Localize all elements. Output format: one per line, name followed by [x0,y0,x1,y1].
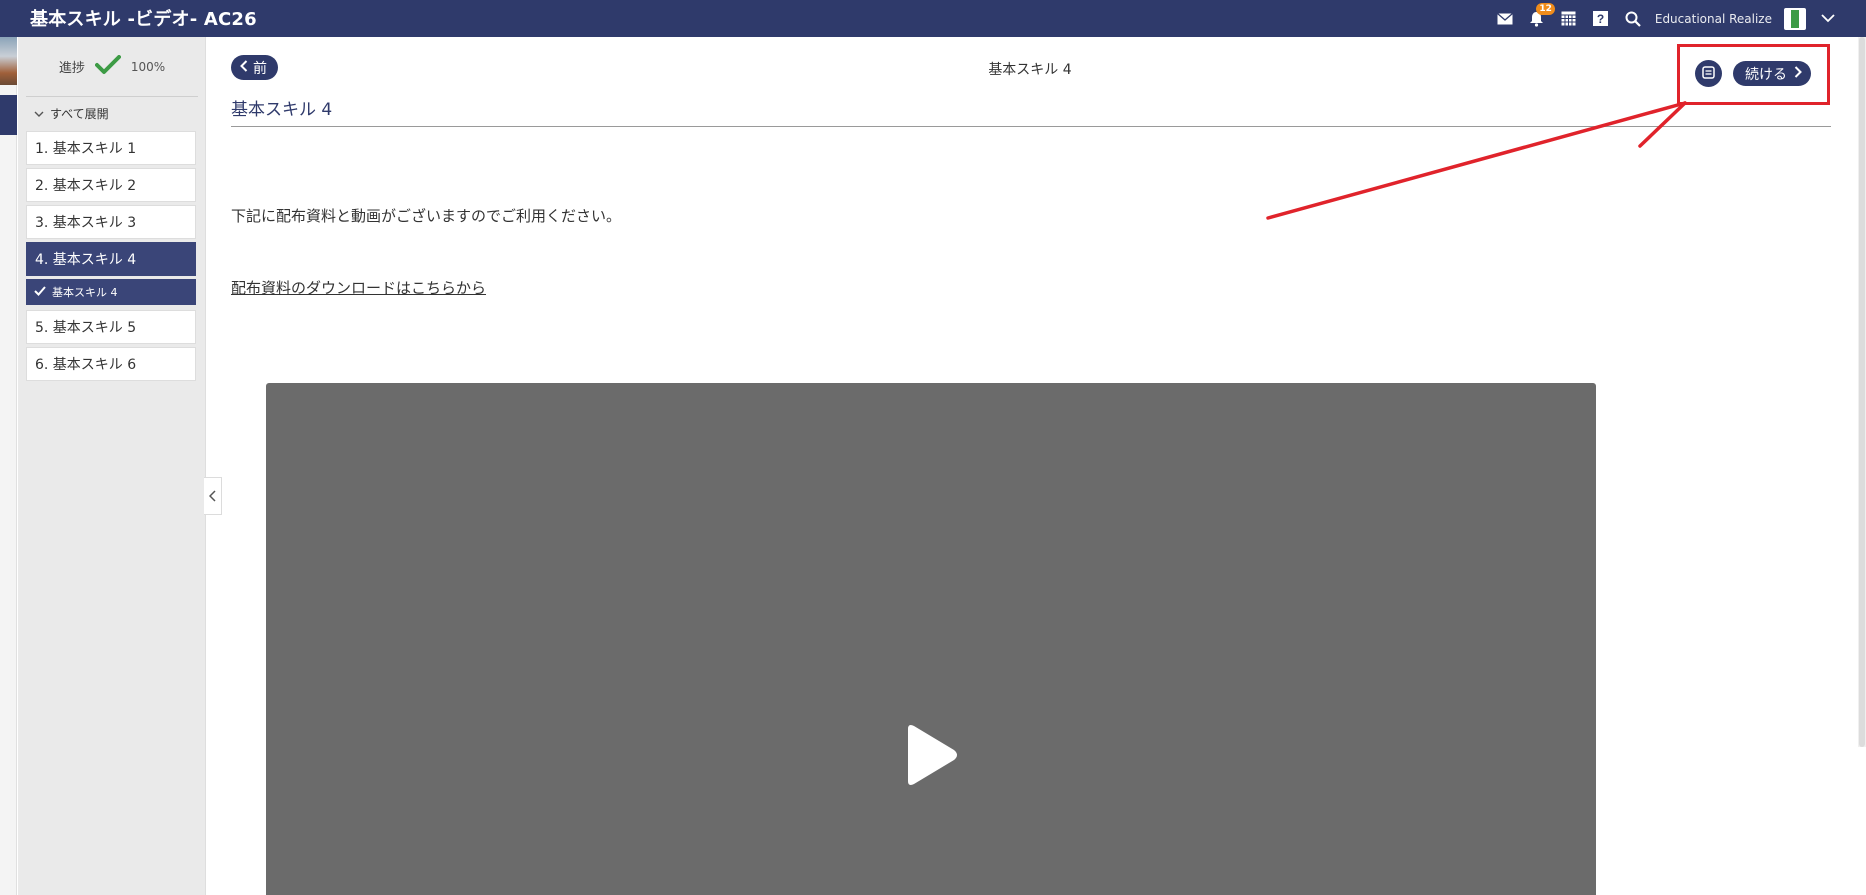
chevron-down-icon [34,107,44,121]
notes-icon [1702,64,1715,83]
chevron-right-icon [1794,65,1802,82]
avatar[interactable] [1784,7,1806,30]
user-name[interactable]: Educational Realize [1655,12,1772,26]
handout-download-link[interactable]: 配布資料のダウンロードはこちらから [231,277,486,298]
continue-label: 続ける [1745,66,1787,83]
lesson-item-5[interactable]: 5. 基本スキル 5 [26,310,196,344]
notification-badge: 12 [1536,2,1555,15]
course-sidebar: 進捗 100% すべて展開 1. 基本スキル 1 2. 基本スキル 2 3. 基… [18,37,206,895]
page-scrollbar[interactable] [1858,37,1866,747]
check-icon [34,285,46,299]
page-title: 基本スキル 4 [231,100,333,120]
check-icon [94,54,121,79]
mail-icon[interactable] [1495,9,1515,29]
chevron-down-icon[interactable] [1818,9,1838,29]
left-rail [0,37,17,895]
progress-summary: 進捗 100% [26,37,198,97]
expand-all-label: すべて展開 [50,107,109,121]
main-content: 前 基本スキル 4 続ける 基本スキル 4 下記に配布資料と動画がございますので… [230,37,1831,895]
lesson-subitem-4[interactable]: 基本スキル 4 [26,279,196,305]
calendar-icon[interactable] [1559,9,1579,29]
lesson-item-3[interactable]: 3. 基本スキル 3 [26,205,196,239]
continue-button[interactable]: 続ける [1733,61,1811,86]
course-thumbnail[interactable] [0,37,17,85]
lesson-header-title: 基本スキル 4 [988,62,1072,78]
lesson-item-6[interactable]: 6. 基本スキル 6 [26,347,196,381]
lesson-item-2[interactable]: 2. 基本スキル 2 [26,168,196,202]
course-title: 基本スキル -ビデオ- AC26 [30,9,257,30]
annotation-highlight-box: 続ける [1677,44,1830,105]
sidebar-collapse-button[interactable] [204,477,222,515]
left-rail-active-indicator [0,95,17,135]
lesson-menu: 1. 基本スキル 1 2. 基本スキル 2 3. 基本スキル 3 4. 基本スキ… [26,131,196,384]
top-bar: 基本スキル -ビデオ- AC26 12 ? Educational Realiz… [0,0,1866,37]
help-icon[interactable]: ? [1591,9,1611,29]
progress-value: 100% [130,59,166,74]
notes-button[interactable] [1695,60,1722,87]
video-player[interactable] [266,383,1596,895]
description-text: 下記に配布資料と動画がございますのでご利用ください。 [231,207,622,225]
lesson-item-4[interactable]: 4. 基本スキル 4 [26,242,196,276]
svg-text:?: ? [1597,12,1604,26]
title-divider [231,126,1831,127]
lesson-subitem-label: 基本スキル 4 [52,286,118,299]
lesson-item-1[interactable]: 1. 基本スキル 1 [26,131,196,165]
search-icon[interactable] [1623,9,1643,29]
top-bar-actions: 12 ? Educational Realize [1495,2,1838,32]
progress-label: 進捗 [58,61,85,76]
bell-icon[interactable]: 12 [1527,2,1555,29]
chevron-left-icon [208,487,216,506]
expand-all-toggle[interactable]: すべて展開 [34,105,109,122]
play-icon[interactable] [900,723,960,787]
